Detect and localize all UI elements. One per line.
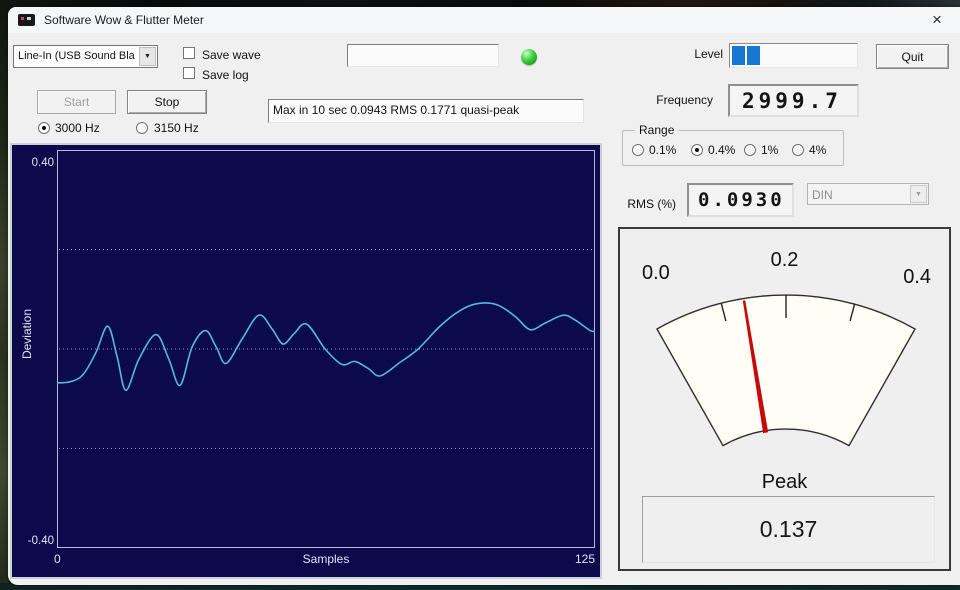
desktop: Software Wow & Flutter Meter × Line-In (… — [0, 0, 960, 590]
range-radio-1[interactable] — [744, 144, 756, 156]
range-radio-1-label: 1% — [761, 143, 779, 157]
dropdown-arrow-icon[interactable]: ▼ — [139, 47, 156, 66]
range-radio-4-label: 4% — [809, 143, 827, 157]
peak-value-box: 0.137 — [642, 496, 935, 563]
level-segment — [747, 46, 760, 65]
y-axis-label: Deviation — [20, 309, 34, 360]
signal-led-indicator — [521, 49, 537, 65]
weighting-value: DIN — [812, 188, 833, 202]
frequency-value: 2999.7 — [742, 88, 842, 113]
rms-display: 0.0930 — [687, 183, 794, 217]
deviation-chart-panel: 0.40 -0.40 Deviation 0 Samples 125 — [10, 143, 602, 579]
stop-button-label: Stop — [154, 95, 180, 109]
status-box: Max in 10 sec 0.0943 RMS 0.1771 quasi-pe… — [268, 99, 584, 123]
frequency-label: Frequency — [656, 93, 713, 107]
y-axis-tick-top: 0.40 — [31, 157, 54, 169]
close-button[interactable]: × — [927, 10, 947, 30]
input-device-value: Line-In (USB Sound Bla — [18, 50, 135, 62]
status-text: Max in 10 sec 0.0943 RMS 0.1771 quasi-pe… — [273, 103, 520, 117]
app-icon — [18, 14, 35, 26]
waveform-line — [57, 302, 595, 392]
dropdown-arrow-icon: ▼ — [910, 185, 927, 203]
meter-panel: 0.0 0.2 0.4 Peak 0.137 — [618, 227, 951, 571]
radio-3000hz[interactable] — [38, 122, 50, 134]
radio-3150hz-label: 3150 Hz — [154, 121, 199, 135]
range-radio-0-1-label: 0.1% — [649, 143, 677, 157]
range-radio-0-1[interactable] — [632, 144, 644, 156]
y-axis-tick-bottom: -0.40 — [27, 535, 54, 547]
quit-button[interactable]: Quit — [876, 44, 949, 69]
x-axis-tick-max: 125 — [574, 552, 595, 566]
app-window: Software Wow & Flutter Meter × Line-In (… — [8, 7, 960, 585]
save-wave-label: Save wave — [202, 48, 261, 62]
rms-value: 0.0930 — [698, 189, 785, 211]
input-device-combobox[interactable]: Line-In (USB Sound Bla ▼ — [13, 45, 158, 68]
weighting-combobox: DIN ▼ — [807, 183, 929, 205]
peak-label: Peak — [761, 471, 808, 493]
level-label: Level — [694, 47, 723, 61]
start-button: Start — [37, 90, 116, 114]
start-button-label: Start — [63, 95, 90, 109]
window-title: Software Wow & Flutter Meter — [44, 13, 204, 27]
radio-3150hz[interactable] — [136, 122, 148, 134]
stop-button[interactable]: Stop — [127, 90, 207, 114]
range-group: Range 0.1% 0.4% 1% 4% — [622, 123, 844, 166]
range-radio-0-4-label: 0.4% — [708, 143, 736, 157]
quit-button-label: Quit — [901, 49, 924, 64]
save-wave-checkbox[interactable] — [183, 47, 195, 59]
title-bar: Software Wow & Flutter Meter × — [8, 7, 960, 33]
radio-3000hz-label: 3000 Hz — [55, 121, 100, 135]
level-segment — [732, 46, 745, 65]
frequency-display: 2999.7 — [728, 84, 859, 117]
deviation-plot — [57, 150, 595, 548]
close-icon: × — [932, 10, 942, 29]
range-group-label: Range — [635, 123, 679, 137]
range-radio-0-4[interactable] — [691, 144, 703, 156]
peak-value: 0.137 — [759, 516, 818, 542]
level-bar — [729, 43, 858, 68]
rms-label: RMS (%) — [627, 197, 676, 211]
save-log-checkbox[interactable] — [183, 67, 195, 79]
filename-input[interactable] — [347, 44, 499, 67]
x-axis-label: Samples — [302, 552, 350, 566]
range-radio-4[interactable] — [792, 144, 804, 156]
filename-value — [348, 48, 352, 62]
save-log-label: Save log — [202, 68, 249, 82]
